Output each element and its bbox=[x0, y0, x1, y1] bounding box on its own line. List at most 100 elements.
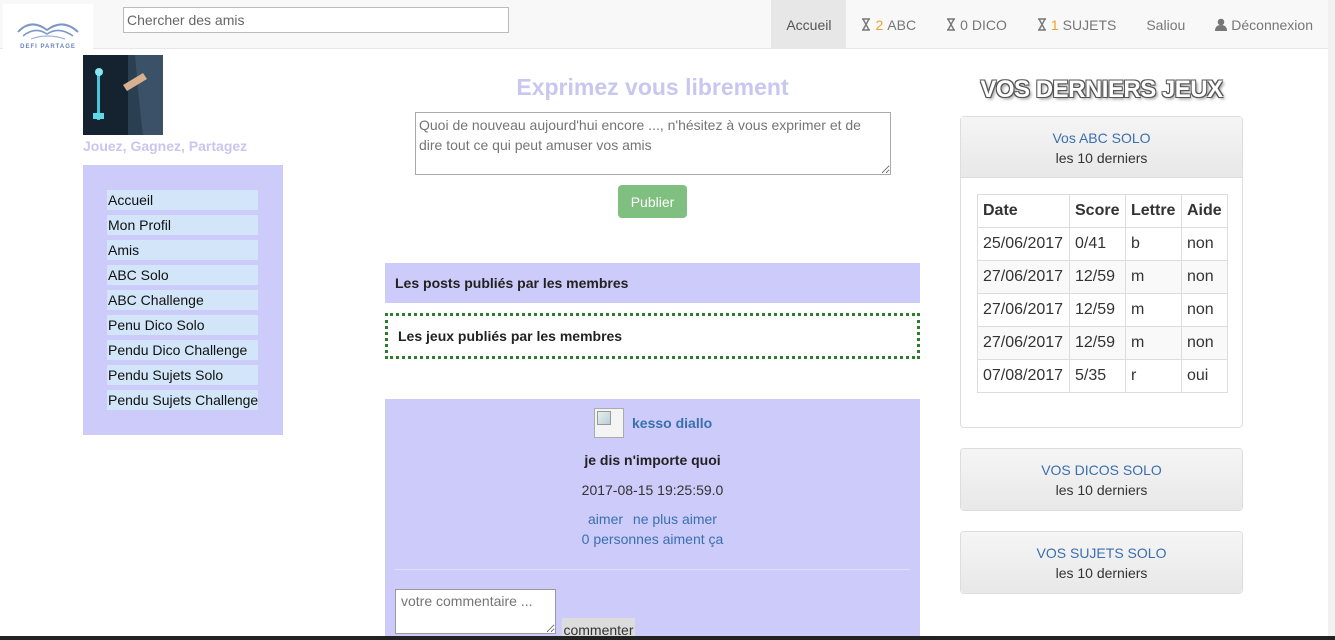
logo-text: DEFI PARTAGE bbox=[20, 44, 76, 50]
logo-wings-icon bbox=[17, 23, 79, 40]
cell-aide: non bbox=[1181, 293, 1228, 327]
abc-scores-table: Date Score Lettre Aide 25/06/2017 0/41 b… bbox=[977, 194, 1228, 393]
menu-item-amis[interactable]: Amis bbox=[107, 240, 258, 260]
main-nav: Accueil 2 ABC 0 DICO 1 SUJETS Saliou Déc… bbox=[771, 0, 1328, 49]
page-scrollbar[interactable] bbox=[1328, 0, 1335, 640]
nav-user[interactable]: Saliou bbox=[1131, 0, 1200, 49]
hourglass-icon bbox=[947, 18, 956, 31]
dicos-solo-panel[interactable]: VOS DICOS SOLO les 10 derniers bbox=[960, 448, 1243, 511]
nav-dico[interactable]: 0 DICO bbox=[931, 0, 1022, 49]
column-header-score: Score bbox=[1069, 194, 1126, 228]
hourglass-icon bbox=[862, 18, 871, 31]
cell-score: 12/59 bbox=[1069, 293, 1126, 327]
table-row: 27/06/2017 12/59 m non bbox=[977, 326, 1228, 360]
publish-button[interactable]: Publier bbox=[618, 185, 687, 218]
column-header-date: Date bbox=[977, 194, 1070, 228]
nav-logout[interactable]: Déconnexion bbox=[1200, 0, 1328, 49]
cell-date: 27/06/2017 bbox=[977, 326, 1070, 360]
menu-item-abc-solo[interactable]: ABC Solo bbox=[107, 265, 258, 285]
dicos-solo-panel-subtitle: les 10 derniers bbox=[1055, 482, 1148, 498]
cell-score: 12/59 bbox=[1069, 326, 1126, 360]
sujets-solo-panel-subtitle: les 10 derniers bbox=[1055, 565, 1148, 581]
cell-date: 07/08/2017 bbox=[977, 359, 1070, 393]
sujets-solo-panel-header: VOS SUJETS SOLO les 10 derniers bbox=[961, 532, 1242, 593]
menu-item-dico-solo[interactable]: Penu Dico Solo bbox=[107, 315, 258, 335]
cell-date: 27/06/2017 bbox=[977, 260, 1070, 294]
recent-games-title: VOS DERNIERS JEUX bbox=[980, 76, 1223, 103]
table-row: 07/08/2017 5/35 r oui bbox=[977, 359, 1228, 393]
nav-user-label: Saliou bbox=[1146, 16, 1186, 33]
post-textarea[interactable] bbox=[415, 112, 891, 175]
nav-accueil[interactable]: Accueil bbox=[771, 0, 847, 49]
cell-lettre: m bbox=[1125, 293, 1182, 327]
left-menu: Accueil Mon Profil Amis ABC Solo ABC Cha… bbox=[83, 165, 283, 435]
like-link[interactable]: aimer bbox=[588, 511, 623, 527]
post-actions: aimer ne plus aimer bbox=[385, 511, 920, 527]
nav-sujets-label: SUJETS bbox=[1062, 16, 1117, 33]
avatar-image bbox=[83, 55, 163, 135]
divider bbox=[395, 569, 910, 570]
games-section-header[interactable]: Les jeux publiés par les membres bbox=[385, 313, 920, 359]
abc-solo-panel-header: Vos ABC SOLO les 10 derniers bbox=[961, 117, 1242, 178]
menu-item-accueil[interactable]: Accueil bbox=[107, 190, 258, 210]
nav-sujets-count: 1 bbox=[1050, 16, 1059, 33]
menu-item-sujets-challenge[interactable]: Pendu Sujets Challenge bbox=[107, 390, 258, 410]
hourglass-icon bbox=[1037, 18, 1046, 31]
page-title: Exprimez vous librement bbox=[516, 74, 789, 100]
column-header-lettre: Lettre bbox=[1125, 194, 1182, 228]
search-friends-input[interactable] bbox=[123, 7, 509, 33]
cell-lettre: r bbox=[1125, 359, 1182, 393]
table-row: 27/06/2017 12/59 m non bbox=[977, 260, 1228, 294]
abc-solo-panel-subtitle: les 10 derniers bbox=[1055, 150, 1148, 166]
nav-abc-label: ABC bbox=[887, 16, 917, 33]
nav-sujets[interactable]: 1 SUJETS bbox=[1022, 0, 1131, 49]
cell-lettre: m bbox=[1125, 326, 1182, 360]
table-header-row: Date Score Lettre Aide bbox=[977, 194, 1228, 228]
nav-accueil-label: Accueil bbox=[786, 16, 832, 33]
nav-abc-count: 2 bbox=[875, 16, 884, 33]
column-header-aide: Aide bbox=[1181, 194, 1228, 228]
post-date: 2017-08-15 19:25:59.0 bbox=[581, 482, 724, 498]
cell-lettre: m bbox=[1125, 260, 1182, 294]
cell-date: 27/06/2017 bbox=[977, 293, 1070, 327]
cell-lettre: b bbox=[1125, 227, 1182, 261]
abc-solo-panel-title[interactable]: Vos ABC SOLO bbox=[961, 128, 1242, 148]
likes-count[interactable]: 0 personnes aiment ça bbox=[385, 531, 920, 547]
nav-dico-label: DICO bbox=[971, 16, 1007, 33]
post-author-avatar bbox=[594, 408, 624, 438]
menu-item-abc-challenge[interactable]: ABC Challenge bbox=[107, 290, 258, 310]
abc-solo-panel: Vos ABC SOLO les 10 derniers Date Score … bbox=[960, 116, 1243, 428]
menu-item-mon-profil[interactable]: Mon Profil bbox=[107, 215, 258, 235]
cell-score: 5/35 bbox=[1069, 359, 1126, 393]
user-icon bbox=[1215, 18, 1228, 31]
comment-input[interactable] bbox=[395, 589, 556, 634]
nav-abc[interactable]: 2 ABC bbox=[846, 0, 931, 49]
window-bottom-edge bbox=[0, 636, 1335, 640]
dicos-solo-panel-header: VOS DICOS SOLO les 10 derniers bbox=[961, 449, 1242, 510]
site-logo[interactable]: DEFI PARTAGE bbox=[3, 4, 93, 58]
cell-aide: oui bbox=[1181, 359, 1228, 393]
tagline: Jouez, Gagnez, Partagez bbox=[83, 138, 248, 154]
table-row: 25/06/2017 0/41 b non bbox=[977, 227, 1228, 261]
cell-date: 25/06/2017 bbox=[977, 227, 1070, 261]
cell-aide: non bbox=[1181, 260, 1228, 294]
dicos-solo-panel-title[interactable]: VOS DICOS SOLO bbox=[961, 460, 1242, 480]
sujets-solo-panel-title[interactable]: VOS SUJETS SOLO bbox=[961, 543, 1242, 563]
post-author[interactable]: kesso diallo bbox=[632, 415, 712, 431]
sujets-solo-panel[interactable]: VOS SUJETS SOLO les 10 derniers bbox=[960, 531, 1243, 594]
post-body: je dis n'importe quoi bbox=[584, 452, 721, 468]
cell-aide: non bbox=[1181, 227, 1228, 261]
post-card: kesso diallo je dis n'importe quoi 2017-… bbox=[385, 399, 920, 640]
cell-aide: non bbox=[1181, 326, 1228, 360]
cell-score: 12/59 bbox=[1069, 260, 1126, 294]
cell-score: 0/41 bbox=[1069, 227, 1126, 261]
top-navbar: DEFI PARTAGE Accueil 2 ABC 0 DICO 1 SUJE… bbox=[0, 0, 1328, 58]
unlike-link[interactable]: ne plus aimer bbox=[633, 511, 717, 527]
nav-dico-count: 0 bbox=[960, 16, 968, 33]
menu-item-sujets-solo[interactable]: Pendu Sujets Solo bbox=[107, 365, 258, 385]
profile-avatar bbox=[83, 55, 163, 135]
posts-section-header[interactable]: Les posts publiés par les membres bbox=[385, 263, 920, 303]
menu-item-dico-challenge[interactable]: Pendu Dico Challenge bbox=[107, 340, 258, 360]
nav-logout-label: Déconnexion bbox=[1231, 16, 1313, 33]
table-row: 27/06/2017 12/59 m non bbox=[977, 293, 1228, 327]
